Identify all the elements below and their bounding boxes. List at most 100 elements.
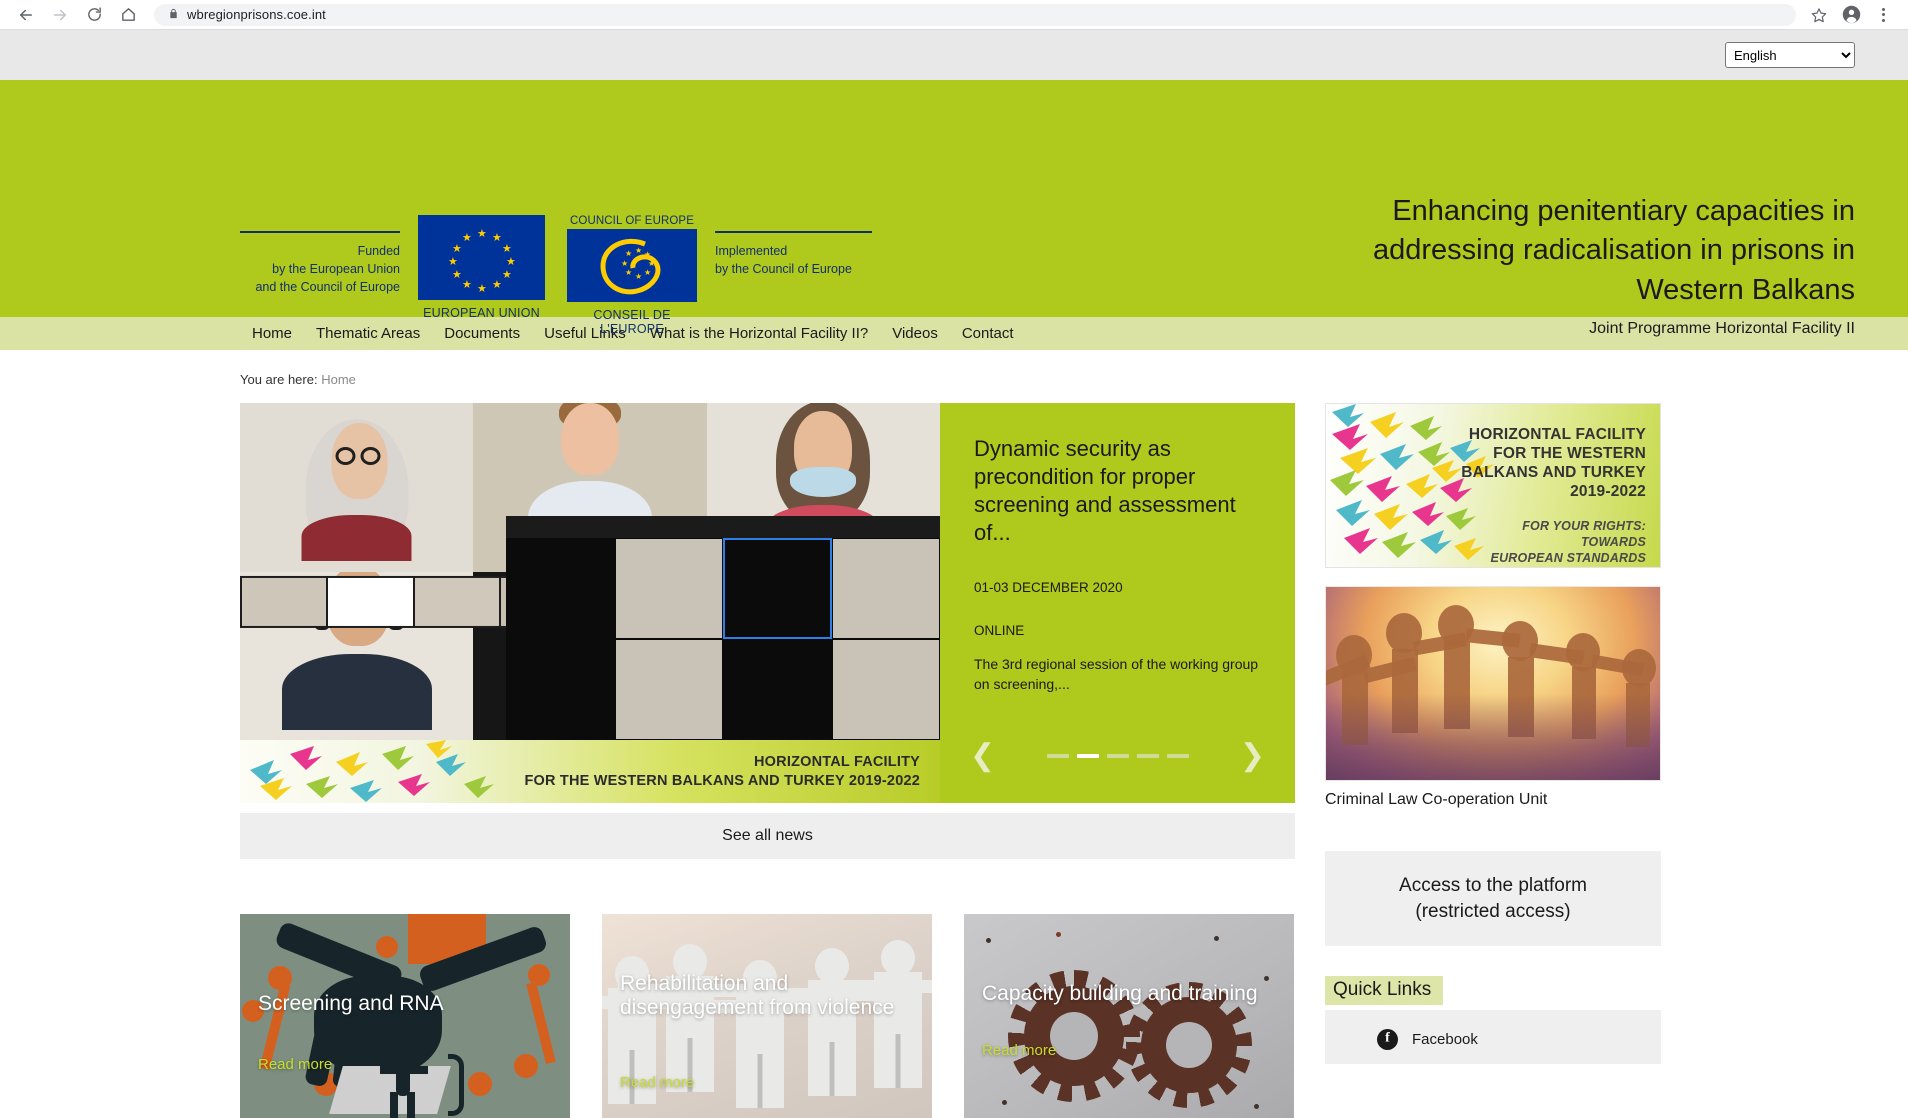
card-image-capacity bbox=[964, 914, 1294, 1118]
language-bar: English bbox=[0, 30, 1908, 80]
title-line-1: Enhancing penitentiary capacities in bbox=[1392, 195, 1855, 227]
video-cell bbox=[506, 538, 615, 639]
kebab-menu-icon[interactable] bbox=[1870, 2, 1896, 28]
carousel-description: The 3rd regional session of the working … bbox=[974, 655, 1259, 692]
carousel-image-overlay: HORIZONTAL FACILITY FOR THE WESTERN BALK… bbox=[240, 740, 940, 803]
banner-tagline-3: EUROPEAN STANDARDS bbox=[1490, 551, 1646, 566]
carousel-image[interactable]: HORIZONTAL FACILITY FOR THE WESTERN BALK… bbox=[240, 403, 940, 803]
see-all-news-button[interactable]: See all news bbox=[240, 813, 1295, 859]
svg-text:★: ★ bbox=[635, 246, 642, 255]
quick-link-facebook[interactable]: Facebook bbox=[1325, 1024, 1661, 1054]
thematic-card-capacity[interactable]: Capacity building and training Read more bbox=[964, 914, 1294, 1118]
divider-line-right bbox=[715, 231, 872, 233]
funding-line-3: and the Council of Europe bbox=[255, 280, 400, 295]
horizontal-facility-banner[interactable]: HORIZONTAL FACILITY FOR THE WESTERN BALK… bbox=[1325, 403, 1661, 568]
banner-line-4: 2019-2022 bbox=[1570, 482, 1646, 500]
card-title: Rehabilitation and disengagement from vi… bbox=[620, 972, 895, 1019]
facebook-icon bbox=[1377, 1028, 1398, 1050]
carousel-indicator-2[interactable] bbox=[1076, 754, 1099, 758]
coe-flag-icon: ★ ★ ★ ★ ★ ★ ★ ★ bbox=[567, 229, 697, 302]
banner-tagline-2: TOWARDS bbox=[1580, 534, 1646, 549]
carousel-indicators bbox=[1046, 754, 1189, 758]
svg-text:★: ★ bbox=[648, 259, 655, 268]
carousel-indicator-1[interactable] bbox=[1046, 754, 1069, 758]
origami-birds-icon bbox=[250, 740, 494, 802]
card-read-more[interactable]: Read more bbox=[258, 1056, 332, 1073]
title-line-2: addressing radicalisation in prisons in bbox=[1373, 234, 1855, 267]
participant-avatar bbox=[301, 411, 412, 562]
card-read-more[interactable]: Read more bbox=[620, 1074, 694, 1091]
banner-tagline-1: FOR YOUR RIGHTS: bbox=[1522, 518, 1646, 533]
carousel-date: 01-03 DECEMBER 2020 bbox=[974, 579, 1123, 595]
carousel-indicator-5[interactable] bbox=[1166, 754, 1189, 758]
funding-line-1: Funded bbox=[357, 244, 400, 258]
overlay-line-1: HORIZONTAL FACILITY bbox=[754, 754, 920, 771]
thematic-card-rehabilitation[interactable]: Rehabilitation and disengagement from vi… bbox=[602, 914, 932, 1118]
logo-group: Funded by the European Union and the Cou… bbox=[240, 215, 872, 336]
thematic-card-screening[interactable]: Screening and RNA Read more bbox=[240, 914, 570, 1118]
quick-links-title: Quick Links bbox=[1325, 976, 1444, 1005]
carousel-indicator-3[interactable] bbox=[1106, 754, 1129, 758]
carousel-text-panel: Dynamic security as precondition for pro… bbox=[940, 403, 1295, 803]
banner-line-3: BALKANS AND TURKEY bbox=[1461, 463, 1646, 481]
carousel-indicator-4[interactable] bbox=[1136, 754, 1159, 758]
funding-line-2: by the European Union bbox=[272, 262, 400, 277]
breadcrumb-prefix: You are here: bbox=[240, 372, 318, 387]
lock-icon bbox=[168, 7, 179, 23]
video-cell-selected bbox=[723, 538, 832, 639]
divider-line-left bbox=[240, 231, 400, 233]
breadcrumb: You are here: Home bbox=[0, 350, 1908, 387]
back-icon[interactable] bbox=[12, 1, 40, 29]
browser-toolbar: wbregionprisons.coe.int bbox=[0, 0, 1908, 30]
carousel-prev-icon[interactable]: ❮ bbox=[970, 741, 995, 771]
card-title: Capacity building and training bbox=[982, 982, 1258, 1005]
quick-links-list: Facebook bbox=[1325, 1010, 1661, 1064]
implemented-line-1: Implemented bbox=[715, 244, 788, 258]
page-content: You are here: Home HORIZONTAL FACILITY F… bbox=[0, 350, 1908, 1118]
breadcrumb-current[interactable]: Home bbox=[321, 372, 356, 387]
svg-text:★: ★ bbox=[644, 268, 651, 277]
european-union-logo: ★ ★ ★ ★ ★ ★ ★ ★ ★ ★ ★ ★ EUROPEAN UNION bbox=[418, 215, 545, 320]
site-header: Funded by the European Union and the Cou… bbox=[0, 80, 1908, 337]
video-cell bbox=[506, 639, 615, 740]
profile-avatar-icon[interactable] bbox=[1838, 2, 1864, 28]
eu-funding-note: Funded by the European Union and the Cou… bbox=[240, 215, 418, 296]
bookmark-star-icon[interactable] bbox=[1806, 2, 1832, 28]
criminal-law-photo[interactable] bbox=[1325, 586, 1661, 781]
screen-share-panel bbox=[506, 516, 940, 740]
carousel-headline[interactable]: Dynamic security as precondition for pro… bbox=[974, 435, 1261, 548]
banner-line-1: HORIZONTAL FACILITY bbox=[1468, 426, 1646, 443]
panel-toolbar bbox=[506, 516, 940, 538]
coe-caption: CONSEIL DE L'EUROPE bbox=[593, 308, 671, 336]
eu-flag-icon: ★ ★ ★ ★ ★ ★ ★ ★ ★ ★ ★ ★ bbox=[418, 215, 545, 300]
platform-access-button[interactable]: Access to the platform (restricted acces… bbox=[1325, 851, 1661, 946]
video-cell bbox=[831, 538, 940, 639]
home-icon[interactable] bbox=[114, 1, 142, 29]
address-bar[interactable]: wbregionprisons.coe.int bbox=[154, 3, 1796, 26]
svg-text:★: ★ bbox=[625, 268, 632, 277]
page-subtitle: Joint Programme Horizontal Facility II bbox=[1589, 320, 1855, 338]
main-column: HORIZONTAL FACILITY FOR THE WESTERN BALK… bbox=[240, 403, 1295, 1118]
coe-top-caption: COUNCIL OF EUROPE bbox=[570, 215, 694, 227]
implemented-line-2: by the Council of Europe bbox=[715, 262, 852, 277]
thematic-cards: Screening and RNA Read more Rehabilitati… bbox=[240, 914, 1295, 1118]
reload-icon[interactable] bbox=[80, 1, 108, 29]
forward-icon[interactable] bbox=[46, 1, 74, 29]
video-tile bbox=[240, 403, 474, 572]
council-of-europe-logo: COUNCIL OF EUROPE ★ ★ ★ ★ ★ ★ ★ ★ CONSEIL DE … bbox=[567, 215, 697, 336]
page-root: English Funded by the European Union and… bbox=[0, 30, 1908, 1118]
carousel-next-icon[interactable]: ❯ bbox=[1240, 741, 1265, 771]
language-select[interactable]: English bbox=[1725, 42, 1855, 68]
overlay-line-2: FOR THE WESTERN BALKANS AND TURKEY 2019-… bbox=[524, 772, 920, 789]
banner-line-2: FOR THE WESTERN bbox=[1493, 444, 1646, 462]
sidebar: HORIZONTAL FACILITY FOR THE WESTERN BALK… bbox=[1325, 403, 1661, 1064]
platform-line-1: Access to the platform bbox=[1399, 874, 1587, 896]
url-text: wbregionprisons.coe.int bbox=[187, 7, 326, 22]
video-cell bbox=[831, 639, 940, 740]
video-cell bbox=[723, 639, 832, 740]
card-read-more[interactable]: Read more bbox=[982, 1042, 1056, 1059]
video-cell bbox=[614, 538, 723, 639]
nav-item-videos[interactable]: Videos bbox=[880, 317, 950, 350]
title-line-3: Western Balkans bbox=[1636, 273, 1855, 306]
nav-item-contact[interactable]: Contact bbox=[950, 317, 1026, 350]
